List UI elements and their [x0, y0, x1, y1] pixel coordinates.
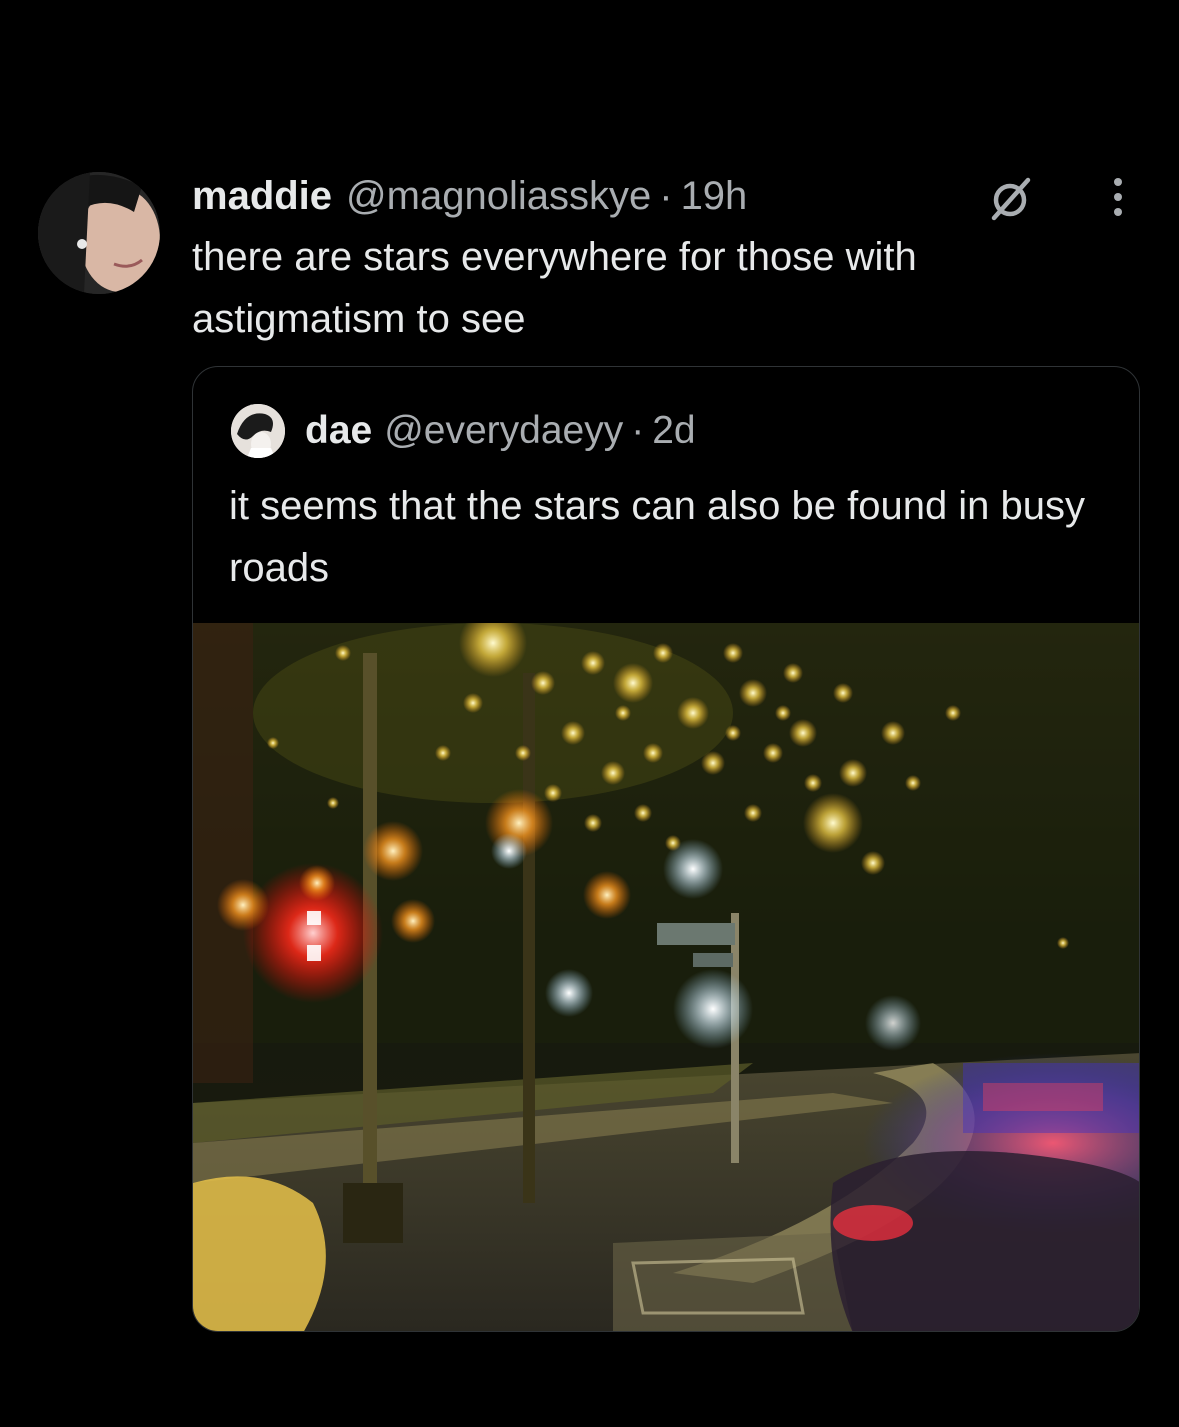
quoted-timestamp: 2d — [652, 409, 696, 452]
separator: · — [659, 173, 673, 218]
quoted-display-name: dae — [305, 409, 373, 452]
tweet: maddie @magnoliasskye · 19h there are st… — [0, 0, 1179, 1427]
tweet-header: maddie @magnoliasskye · 19h — [192, 170, 747, 222]
quoted-tweet-image[interactable] — [193, 609, 1139, 1331]
quoted-avatar — [231, 404, 285, 458]
street-photo — [193, 609, 1139, 1331]
more-options-icon[interactable] — [1106, 174, 1130, 220]
tweet-text: there are stars everywhere for those wit… — [192, 235, 917, 341]
quoted-separator: · — [631, 409, 645, 452]
username-handle[interactable]: @magnoliasskye — [346, 174, 651, 219]
avatar[interactable] — [38, 172, 160, 294]
quoted-tweet[interactable]: dae @everydaeyy · 2d it seems that the s… — [192, 366, 1140, 1332]
grok-icon[interactable] — [988, 176, 1034, 222]
quoted-tweet-header: dae @everydaeyy · 2d — [231, 401, 696, 461]
timestamp[interactable]: 19h — [681, 174, 748, 219]
quoted-tweet-text: it seems that the stars can also be foun… — [229, 484, 1086, 590]
quoted-username-handle: @everydaeyy — [384, 409, 624, 452]
display-name[interactable]: maddie — [192, 174, 332, 219]
